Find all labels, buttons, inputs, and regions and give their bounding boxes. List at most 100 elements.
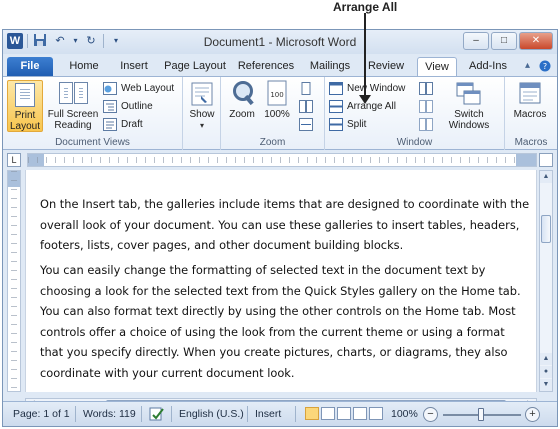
- reset-window-icon: [419, 117, 433, 131]
- tab-page-layout[interactable]: Page Layout: [161, 57, 229, 76]
- status-separator: [171, 406, 172, 422]
- zoom-100-button[interactable]: 100 100%: [261, 80, 293, 132]
- new-window-button[interactable]: New Window: [329, 80, 405, 96]
- callout-arrowhead: [359, 95, 371, 104]
- language-indicator[interactable]: English (U.S.): [179, 408, 244, 420]
- svg-text:100: 100: [270, 91, 283, 99]
- full-screen-reading-button[interactable]: Full Screen Reading: [47, 80, 99, 132]
- status-bar: Page: 1 of 1 Words: 119 English (U.S.) I…: [3, 401, 557, 426]
- horizontal-ruler[interactable]: [27, 153, 537, 167]
- outline-button[interactable]: Outline: [103, 98, 153, 114]
- paragraph[interactable]: On the Insert tab, the galleries include…: [40, 194, 530, 256]
- paragraph[interactable]: You can easily change the formatting of …: [40, 260, 530, 383]
- print-layout-view-icon[interactable]: [305, 407, 319, 420]
- view-side-by-side-button[interactable]: [419, 80, 433, 96]
- status-separator: [141, 406, 142, 422]
- full-screen-reading-view-icon[interactable]: [321, 407, 335, 420]
- web-layout-view-icon[interactable]: [337, 407, 351, 420]
- new-window-icon: [329, 81, 343, 95]
- page-width-button[interactable]: [299, 116, 313, 132]
- tab-review[interactable]: Review: [363, 57, 409, 76]
- group-window: New Window Arrange All Split Switch Wind…: [325, 77, 505, 150]
- help-icon[interactable]: ?: [539, 60, 551, 75]
- tab-selector[interactable]: L: [7, 153, 21, 167]
- next-page-icon[interactable]: ▼: [540, 379, 552, 391]
- status-separator: [247, 406, 248, 422]
- ruler-ticks: [28, 157, 536, 163]
- tab-home[interactable]: Home: [61, 57, 107, 76]
- macros-icon: [519, 80, 541, 106]
- callout-arrow: [364, 13, 366, 99]
- split-button[interactable]: Split: [329, 116, 366, 132]
- arrange-all-icon: [329, 99, 343, 113]
- document-page[interactable]: On the Insert tab, the galleries include…: [25, 170, 537, 392]
- page-width-icon: [299, 117, 313, 131]
- minimize-ribbon-icon[interactable]: ▴: [525, 60, 530, 71]
- zoom-slider-thumb[interactable]: [478, 408, 484, 421]
- document-area: On the Insert tab, the galleries include…: [3, 170, 557, 398]
- browse-object-icon[interactable]: ●: [540, 366, 552, 378]
- reset-window-position-button[interactable]: [419, 116, 433, 132]
- word-count[interactable]: Words: 119: [83, 408, 136, 420]
- restore-button[interactable]: □: [491, 32, 517, 50]
- status-separator: [75, 406, 76, 422]
- full-screen-reading-icon: [58, 82, 88, 106]
- show-button[interactable]: Show ▾: [186, 80, 218, 136]
- arrange-all-label: Arrange All: [347, 100, 396, 112]
- switch-windows-button[interactable]: Switch Windows: [441, 80, 497, 136]
- ribbon-tabs: File Home Insert Page Layout References …: [3, 54, 557, 76]
- window-group-label: Window: [396, 137, 433, 148]
- tab-references[interactable]: References: [235, 57, 297, 76]
- print-layout-icon: [15, 83, 35, 107]
- proofing-icon[interactable]: [149, 406, 165, 425]
- zoom-level[interactable]: 100%: [391, 408, 418, 420]
- insert-mode-indicator[interactable]: Insert: [255, 408, 281, 420]
- show-label: Show: [189, 109, 215, 120]
- close-button[interactable]: ✕: [519, 32, 553, 50]
- zoom-100-icon: 100: [267, 80, 287, 106]
- web-layout-icon: [103, 81, 117, 95]
- outline-view-icon[interactable]: [353, 407, 367, 420]
- web-layout-label: Web Layout: [121, 82, 175, 94]
- tab-add-ins[interactable]: Add-Ins: [463, 57, 513, 76]
- one-page-button[interactable]: [299, 80, 313, 96]
- split-icon: [329, 117, 343, 131]
- callout-label: Arrange All: [333, 0, 398, 14]
- svg-text:?: ?: [543, 62, 547, 71]
- document-views-group-label: Document Views: [55, 137, 130, 148]
- show-icon: [191, 82, 213, 106]
- minimize-button[interactable]: –: [463, 32, 489, 50]
- zoom-group-label: Zoom: [259, 137, 286, 148]
- macros-button[interactable]: Macros: [509, 80, 551, 132]
- new-window-label: New Window: [347, 82, 406, 94]
- group-zoom: Zoom 100 100% Zoom: [221, 77, 325, 150]
- switch-windows-label: Switch Windows: [448, 109, 490, 131]
- view-ruler-toggle-icon[interactable]: [539, 153, 553, 167]
- tab-view[interactable]: View: [417, 57, 457, 76]
- zoom-out-button[interactable]: −: [423, 407, 438, 422]
- one-page-icon: [299, 81, 313, 95]
- web-layout-button[interactable]: Web Layout: [103, 80, 174, 96]
- zoom-in-button[interactable]: +: [525, 407, 540, 422]
- print-layout-button[interactable]: Print Layout: [7, 80, 43, 132]
- synchronous-scrolling-button[interactable]: [419, 98, 433, 114]
- macros-group-label: Macros: [514, 137, 548, 148]
- tab-insert[interactable]: Insert: [111, 57, 157, 76]
- draft-button[interactable]: Draft: [103, 116, 143, 132]
- draft-view-icon[interactable]: [369, 407, 383, 420]
- outline-label: Outline: [121, 100, 153, 112]
- zoom-button[interactable]: Zoom: [225, 80, 259, 132]
- zoom-100-label: 100%: [264, 109, 290, 120]
- tab-file[interactable]: File: [7, 57, 53, 76]
- previous-page-icon[interactable]: ▲: [540, 353, 552, 365]
- two-pages-button[interactable]: [299, 98, 313, 114]
- print-layout-label: Print Layout: [9, 110, 41, 132]
- tab-mailings[interactable]: Mailings: [303, 57, 357, 76]
- vertical-scroll-thumb[interactable]: [541, 215, 551, 243]
- ruler-row: L: [3, 150, 557, 170]
- scroll-up-icon[interactable]: ▲: [540, 171, 552, 183]
- vertical-scrollbar[interactable]: ▲ ▲ ● ▼: [539, 170, 553, 392]
- vertical-ruler[interactable]: [7, 170, 21, 392]
- page-count[interactable]: Page: 1 of 1: [13, 408, 70, 420]
- switch-windows-icon: [456, 82, 482, 106]
